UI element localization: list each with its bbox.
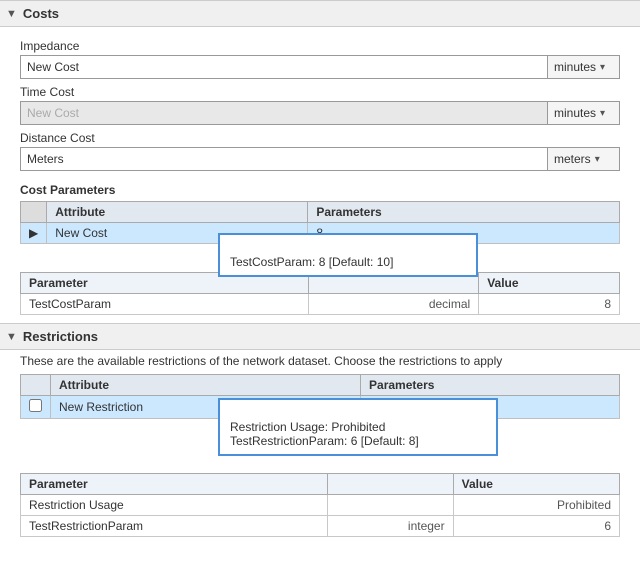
time-cost-arrow-icon: ▾ bbox=[600, 108, 605, 119]
cost-tooltip-text: TestCostParam: 8 [Default: 10] bbox=[230, 255, 393, 269]
distance-cost-label: Distance Cost bbox=[20, 131, 620, 145]
cost-sub-value-header: Value bbox=[479, 273, 620, 294]
impedance-value: New Cost bbox=[21, 60, 547, 74]
cost-sub-table: Parameter Value TestCostParam decimal 8 bbox=[20, 272, 620, 315]
costs-chevron-icon: ▼ bbox=[6, 8, 17, 20]
restr-sub-row-2: TestRestrictionParam integer 6 bbox=[21, 516, 620, 537]
distance-cost-value: Meters bbox=[21, 152, 547, 166]
restrictions-description: These are the available restrictions of … bbox=[0, 350, 640, 374]
restr-sub-param-header: Parameter bbox=[21, 474, 328, 495]
restr-sub-param-2-type: integer bbox=[327, 516, 453, 537]
cost-sub-param-type: decimal bbox=[309, 294, 479, 315]
restr-tooltip-text: Restriction Usage: Prohibited TestRestri… bbox=[230, 420, 419, 448]
restr-sub-param-1-name: Restriction Usage bbox=[21, 495, 328, 516]
impedance-unit-text: minutes bbox=[554, 60, 596, 74]
restr-sub-row-1: Restriction Usage Prohibited bbox=[21, 495, 620, 516]
time-cost-unit-text: minutes bbox=[554, 106, 596, 120]
cost-parameters-area: Cost Parameters Attribute Parameters ▶ N… bbox=[0, 179, 640, 315]
cost-row-arrow: ▶ bbox=[21, 223, 47, 244]
cost-sub-param-value: 8 bbox=[479, 294, 620, 315]
distance-cost-unit-text: meters bbox=[554, 152, 591, 166]
cost-table-params-header: Parameters bbox=[308, 202, 620, 223]
cost-table-attr-header: Attribute bbox=[47, 202, 308, 223]
time-cost-unit: minutes ▾ bbox=[547, 102, 619, 124]
costs-section-title: Costs bbox=[23, 6, 59, 21]
impedance-label: Impedance bbox=[20, 39, 620, 53]
restr-sub-value-header: Value bbox=[453, 474, 619, 495]
distance-cost-unit[interactable]: meters ▾ bbox=[547, 148, 619, 170]
costs-section-content: Impedance New Cost minutes ▾ Time Cost N… bbox=[0, 27, 640, 179]
restr-sub-param-1-type bbox=[327, 495, 453, 516]
restr-table-checkbox-header bbox=[21, 375, 51, 396]
restr-sub-param-1-value: Prohibited bbox=[453, 495, 619, 516]
restr-sub-table: Parameter Value Restriction Usage Prohib… bbox=[20, 473, 620, 537]
restr-table-attr-header: Attribute bbox=[51, 375, 361, 396]
restr-sub-empty-header bbox=[327, 474, 453, 495]
restrictions-chevron-icon: ▼ bbox=[6, 331, 17, 343]
distance-cost-dropdown[interactable]: Meters meters ▾ bbox=[20, 147, 620, 171]
impedance-unit[interactable]: minutes ▾ bbox=[547, 56, 619, 78]
restrictions-section-title: Restrictions bbox=[23, 329, 98, 344]
costs-section-header[interactable]: ▼ Costs bbox=[0, 0, 640, 27]
cost-sub-param-name: TestCostParam bbox=[21, 294, 309, 315]
restr-row-checkbox[interactable] bbox=[21, 396, 51, 419]
time-cost-dropdown: New Cost minutes ▾ bbox=[20, 101, 620, 125]
cost-tooltip: TestCostParam: 8 [Default: 10] bbox=[218, 233, 478, 277]
restr-checkbox-input[interactable] bbox=[29, 399, 42, 412]
restr-sub-param-2-value: 6 bbox=[453, 516, 619, 537]
cost-table-arrow-header bbox=[21, 202, 47, 223]
restr-sub-table-container: Parameter Value Restriction Usage Prohib… bbox=[20, 473, 620, 537]
restrictions-section-header[interactable]: ▼ Restrictions bbox=[0, 323, 640, 350]
restrictions-params-area: Attribute Parameters New Restriction Pro… bbox=[0, 374, 640, 537]
restr-sub-param-2-name: TestRestrictionParam bbox=[21, 516, 328, 537]
cost-sub-table-container: Parameter Value TestCostParam decimal 8 bbox=[20, 272, 620, 315]
impedance-dropdown[interactable]: New Cost minutes ▾ bbox=[20, 55, 620, 79]
restr-tooltip: Restriction Usage: Prohibited TestRestri… bbox=[218, 398, 498, 456]
distance-cost-arrow-icon: ▾ bbox=[595, 154, 600, 165]
restr-table-params-header: Parameters bbox=[361, 375, 620, 396]
time-cost-label: Time Cost bbox=[20, 85, 620, 99]
main-container: ▼ Costs Impedance New Cost minutes ▾ Tim… bbox=[0, 0, 640, 537]
impedance-arrow-icon: ▾ bbox=[600, 62, 605, 73]
time-cost-placeholder: New Cost bbox=[21, 106, 547, 120]
cost-sub-table-row: TestCostParam decimal 8 bbox=[21, 294, 620, 315]
cost-parameters-label: Cost Parameters bbox=[20, 183, 620, 197]
